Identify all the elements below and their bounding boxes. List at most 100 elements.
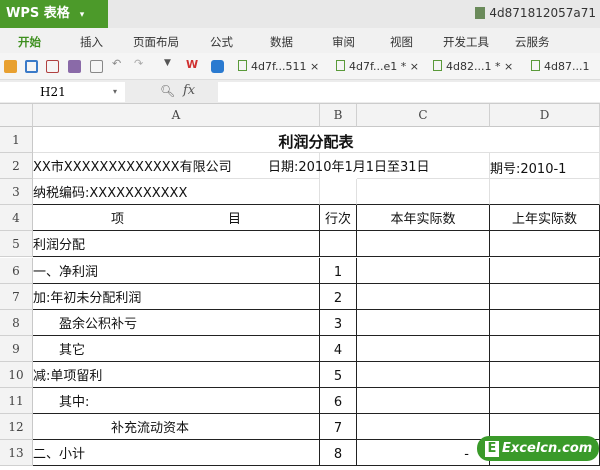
doc-tab-label: 4d87...1 <box>544 60 590 73</box>
item-label[interactable]: 一、净利润 <box>33 257 320 284</box>
tab-view[interactable]: 视图 <box>390 34 413 50</box>
print-icon[interactable] <box>68 60 81 73</box>
item-this-year[interactable] <box>357 231 490 258</box>
function-icon[interactable]: fx <box>183 83 195 98</box>
item-this-year[interactable] <box>357 388 490 414</box>
name-box[interactable]: H21 ▾ <box>0 82 125 102</box>
doc-tab[interactable]: 4d82...1 * × <box>433 60 513 73</box>
row-header[interactable]: 6 <box>0 257 33 284</box>
item-label[interactable]: 盈余公积补亏 <box>33 309 320 336</box>
item-seq[interactable]: 3 <box>320 309 357 336</box>
save-icon[interactable] <box>25 60 38 73</box>
doc-tab[interactable]: 4d7f...e1 * × <box>336 60 419 73</box>
tab-home[interactable]: 开始 <box>18 34 41 50</box>
tax-id[interactable]: 纳税编码:XXXXXXXXXXX <box>33 179 320 206</box>
document-title-text: 4d871812057a71 <box>489 6 596 20</box>
header-seq[interactable]: 行次 <box>320 205 357 232</box>
item-seq[interactable]: 5 <box>320 361 357 388</box>
header-this-year[interactable]: 本年实际数 <box>357 205 490 232</box>
item-label[interactable]: 其它 <box>33 335 320 362</box>
chevron-down-icon: ▾ <box>79 10 85 20</box>
item-this-year[interactable] <box>357 361 490 388</box>
item-last-year[interactable] <box>490 335 600 362</box>
select-all-corner[interactable] <box>0 104 33 127</box>
column-header-d[interactable]: D <box>490 104 600 127</box>
row-header[interactable]: 4 <box>0 205 33 232</box>
item-seq[interactable]: 1 <box>320 257 357 284</box>
item-seq[interactable]: 8 <box>320 440 357 467</box>
row-header[interactable]: 10 <box>0 361 33 388</box>
report-title[interactable]: 利润分配表 <box>33 127 600 153</box>
item-seq[interactable]: 4 <box>320 335 357 362</box>
cube-icon[interactable] <box>211 60 224 73</box>
item-this-year[interactable] <box>357 257 490 284</box>
row-header[interactable]: 13 <box>0 440 33 467</box>
item-this-year[interactable] <box>357 414 490 441</box>
item-label[interactable]: 加:年初未分配利润 <box>33 283 320 310</box>
sheet-icon <box>433 60 442 71</box>
item-label[interactable]: 减:单项留利 <box>33 361 320 388</box>
item-last-year[interactable] <box>490 231 600 258</box>
row-header[interactable]: 5 <box>0 231 33 258</box>
column-header-c[interactable]: C <box>357 104 490 127</box>
chevron-down-icon[interactable]: ▼ <box>164 58 177 71</box>
print-preview-icon[interactable] <box>90 60 103 73</box>
doc-tab[interactable]: 4d87...1 <box>531 60 589 73</box>
undo-icon[interactable]: ↶ <box>112 57 125 70</box>
open-icon[interactable] <box>4 60 17 73</box>
item-label[interactable]: 二、小计 <box>33 440 320 467</box>
row-header[interactable]: 11 <box>0 388 33 414</box>
header-item[interactable]: 项目 <box>33 205 320 232</box>
wps-menu-button[interactable]: WPS 表格 ▾ <box>0 0 108 28</box>
item-last-year[interactable] <box>490 283 600 310</box>
row-header[interactable]: 7 <box>0 283 33 310</box>
item-label[interactable]: 利润分配 <box>33 231 320 258</box>
document-icon <box>475 7 486 19</box>
zoom-icon[interactable]: 🔍︎ <box>160 84 175 98</box>
tab-data[interactable]: 数据 <box>270 34 293 50</box>
tab-insert[interactable]: 插入 <box>80 34 103 50</box>
item-this-year[interactable]: - <box>357 440 490 467</box>
item-label[interactable]: 补充流动资本 <box>33 414 320 441</box>
row-header[interactable]: 2 <box>0 153 33 180</box>
row-header[interactable]: 8 <box>0 309 33 336</box>
item-last-year[interactable] <box>490 388 600 414</box>
watermark-logo: E Excelcn.com <box>477 436 599 461</box>
redo-icon[interactable]: ↷ <box>134 57 147 70</box>
item-last-year[interactable] <box>490 361 600 388</box>
column-header-a[interactable]: A <box>33 104 320 127</box>
item-seq[interactable]: 6 <box>320 388 357 414</box>
row-header[interactable]: 9 <box>0 335 33 362</box>
formula-input[interactable] <box>218 82 600 102</box>
tab-developer[interactable]: 开发工具 <box>443 34 489 50</box>
app-logo: WPS 表格 <box>6 6 70 21</box>
row-header[interactable]: 1 <box>0 127 33 153</box>
tab-formulas[interactable]: 公式 <box>210 34 233 50</box>
tab-review[interactable]: 审阅 <box>332 34 355 50</box>
item-this-year[interactable] <box>357 335 490 362</box>
item-seq[interactable]: 2 <box>320 283 357 310</box>
item-this-year[interactable] <box>357 309 490 336</box>
period-number[interactable]: 期号:2010-1 <box>490 153 600 180</box>
cell[interactable] <box>357 179 490 206</box>
cell[interactable] <box>490 179 600 206</box>
item-this-year[interactable] <box>357 283 490 310</box>
header-last-year[interactable]: 上年实际数 <box>490 205 600 232</box>
doc-tab[interactable]: 4d7f...511 × <box>238 60 319 73</box>
formula-bar: H21 ▾ 🔍︎ fx <box>0 80 600 104</box>
item-seq[interactable]: 7 <box>320 414 357 441</box>
export-pdf-icon[interactable] <box>46 60 59 73</box>
row-header[interactable]: 12 <box>0 414 33 441</box>
doc-tab-label: 4d7f...511 × <box>251 60 320 73</box>
column-header-b[interactable]: B <box>320 104 357 127</box>
cell[interactable] <box>320 179 357 206</box>
chevron-down-icon[interactable]: ▾ <box>113 82 117 102</box>
wps-icon[interactable]: W <box>186 58 199 71</box>
tab-page-layout[interactable]: 页面布局 <box>133 34 179 50</box>
item-label[interactable]: 其中: <box>33 388 320 414</box>
tab-cloud[interactable]: 云服务 <box>515 34 550 50</box>
item-last-year[interactable] <box>490 257 600 284</box>
item-last-year[interactable] <box>490 309 600 336</box>
item-seq[interactable] <box>320 231 357 258</box>
row-header[interactable]: 3 <box>0 179 33 206</box>
